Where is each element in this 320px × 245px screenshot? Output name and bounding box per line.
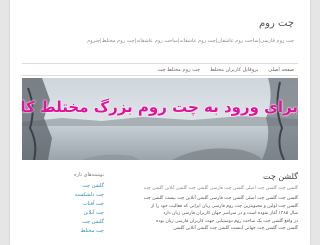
sidebar-widget-title: نوشته‌های تازه [74, 172, 104, 178]
sidebar: نوشته‌های تازه گلشن چت چت دلشکسته چت آفت… [22, 172, 104, 236]
sidebar-link[interactable]: چت دلشکسته [22, 191, 104, 200]
post-text-line: در واقع گلشن چت یک ساحت روم دوستیابی جهت… [156, 218, 298, 224]
nav-item-profiles[interactable]: پروفایل کاربران مختلط [210, 67, 258, 73]
banner-image [22, 78, 298, 160]
banner-text[interactable]: برای ورود به چت روم بزرگ مختلط کلیک کنید [22, 98, 298, 116]
sidebar-link[interactable]: گلشن چت [22, 218, 104, 227]
post-meta: گلشن چت گلشن چت اصلی گلشن چت فارسی گلشن … [143, 186, 298, 191]
sidebar-link[interactable]: چت آفتاب [22, 200, 104, 209]
site-title[interactable]: چت روم [259, 18, 294, 29]
post: گلشن چت گلشن چت گلشن چت اصلی گلشن چت فار… [112, 172, 298, 233]
banner[interactable]: برای ورود به چت روم بزرگ مختلط کلیک کنید [22, 78, 298, 160]
sidebar-link[interactable]: چت مختلط [22, 227, 104, 236]
post-text-line: سال ۱۳۸۵ آغاز نموده است و در سراسر جهان … [163, 211, 298, 216]
nav-item-chatroom[interactable]: چت روم مختلط چت [158, 67, 201, 73]
sidebar-link[interactable]: گلشن چت [22, 182, 104, 191]
nav-item-home[interactable]: صفحه اصلی [268, 67, 294, 73]
page: چت روم چت روم فارسی|ساحت روم عاشقان|چت ر… [10, 0, 310, 245]
post-text-line: گلشن چت گلشن چت اصلی گلشن چت فارسی گلشن … [143, 196, 298, 201]
post-title[interactable]: گلشن چت [112, 172, 298, 181]
main-nav: صفحه اصلی پروفایل کاربران مختلط چت روم م… [22, 63, 298, 76]
sidebar-link[interactable]: چت آنلاین [22, 209, 104, 218]
post-text-line: گلشن چت گلشن چت جهانی اینست گلشن چت گلشن… [173, 226, 298, 231]
site-description: چت روم فارسی|ساحت روم عاشقان|چت روم عاشق… [87, 38, 294, 44]
post-text-line: گلشن چت اولین و محبوبترین چت روم فارسی ز… [150, 203, 298, 209]
